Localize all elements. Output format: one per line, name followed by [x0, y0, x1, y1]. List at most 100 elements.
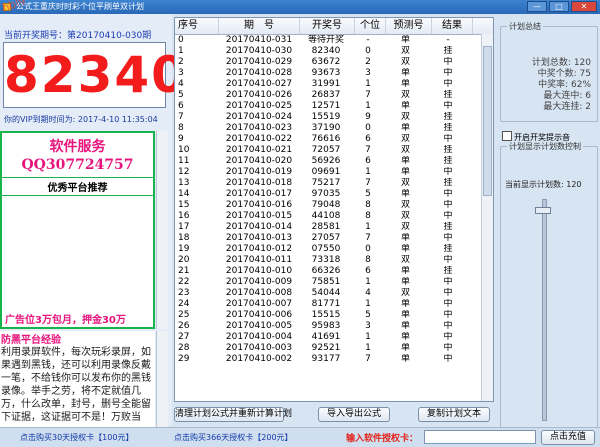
header-prediction[interactable]: 预测号 [386, 18, 432, 34]
row-period: 20170410-030 [225, 46, 293, 56]
auth-card-label: 输入软件授权卡： [346, 434, 419, 444]
display-slider-thumb[interactable] [535, 207, 551, 214]
maximize-button[interactable]: □ [549, 1, 569, 12]
table-row[interactable]: 25 20170410-006 15515 5 单 中 [175, 310, 493, 321]
table-row[interactable]: 13 20170410-018 75217 7 双 挂 [175, 178, 493, 189]
row-period: 20170410-017 [225, 189, 293, 199]
table-row[interactable]: 6 20170410-025 12571 1 单 中 [175, 101, 493, 112]
row-result: 挂 [443, 266, 453, 276]
row-prediction: 单 [400, 156, 410, 166]
row-result: 挂 [443, 145, 453, 155]
table-row[interactable]: 27 20170410-004 41691 1 单 中 [175, 332, 493, 343]
table-row[interactable]: 11 20170410-020 56926 6 单 挂 [175, 156, 493, 167]
row-index: 28 [178, 343, 190, 353]
ad-scrollbar[interactable] [156, 131, 168, 329]
row-period: 20170410-020 [225, 156, 293, 166]
recharge-button[interactable]: 点击充值 [541, 430, 595, 445]
copy-plan-button[interactable]: 复制计划文本 [418, 407, 490, 422]
row-result: 中 [443, 134, 453, 144]
row-index: 3 [178, 68, 184, 78]
grid-scroll-thumb[interactable] [483, 46, 492, 196]
table-row[interactable]: 1 20170410-030 82340 0 双 挂 [175, 46, 493, 57]
table-row[interactable]: 23 20170410-008 54044 4 双 中 [175, 288, 493, 299]
table-row[interactable]: 0 20170410-031 等待开奖 - 单 - [175, 35, 493, 46]
notice-scrollbar[interactable] [156, 331, 168, 440]
row-period: 20170410-031 [225, 35, 293, 45]
row-prediction: 单 [400, 167, 410, 177]
row-draw: 54044 [311, 288, 341, 298]
notice-title: 防黑平台经验 [1, 335, 61, 346]
table-row[interactable]: 8 20170410-023 37190 0 单 挂 [175, 123, 493, 134]
table-row[interactable]: 17 20170410-014 28581 1 双 挂 [175, 222, 493, 233]
ad-box: 软件服务 QQ307724757 优秀平台推荐 广告位3万包月，押金30万 [0, 131, 155, 329]
grid-scrollbar[interactable] [481, 34, 493, 401]
row-index: 29 [178, 354, 190, 364]
display-slider-track[interactable] [542, 199, 547, 421]
row-index: 4 [178, 79, 184, 89]
header-unit[interactable]: 个位 [355, 18, 386, 34]
row-result: 中 [443, 167, 453, 177]
buy-30-day-link[interactable]: 点击购买30天授权卡【100元】 [20, 432, 133, 443]
header-draw[interactable]: 开奖号 [300, 18, 355, 34]
checkbox-box[interactable] [502, 131, 512, 141]
buy-366-day-link[interactable]: 点击购买366天授权卡【200元】 [174, 432, 293, 443]
display-control-group: 计划显示计划数控制 当前显示计划数: 120 [500, 141, 598, 438]
row-index: 24 [178, 299, 190, 309]
table-row[interactable]: 22 20170410-009 75851 1 单 中 [175, 277, 493, 288]
row-unit: 1 [365, 167, 371, 177]
header-result[interactable]: 结果 [432, 18, 473, 34]
table-row[interactable]: 24 20170410-007 81771 1 单 中 [175, 299, 493, 310]
table-row[interactable]: 12 20170410-019 09691 1 单 中 [175, 167, 493, 178]
minimize-button[interactable]: — [527, 1, 547, 12]
table-row[interactable]: 26 20170410-005 95983 3 单 中 [175, 321, 493, 332]
table-row[interactable]: 19 20170410-012 07550 0 单 挂 [175, 244, 493, 255]
row-period: 20170410-021 [225, 145, 293, 155]
row-draw: 56926 [311, 156, 341, 166]
row-result: 中 [443, 332, 453, 342]
table-row[interactable]: 20 20170410-011 73318 8 双 中 [175, 255, 493, 266]
table-row[interactable]: 7 20170410-024 15519 9 双 挂 [175, 112, 493, 123]
plan-grid: 序号 期 号 开奖号 个位 预测号 结果 0 20170410-031 等待开奖 - 单… [174, 17, 494, 402]
table-row[interactable]: 18 20170410-013 27057 7 单 中 [175, 233, 493, 244]
row-period: 20170410-002 [225, 354, 293, 364]
table-row[interactable]: 10 20170410-021 72057 7 双 挂 [175, 145, 493, 156]
row-result: 挂 [443, 46, 453, 56]
grid-body: 0 20170410-031 等待开奖 - 单 -1 20170410-030 82340 0 双… [175, 35, 493, 365]
row-index: 22 [178, 277, 190, 287]
current-period-value: 第20170410-030期 [67, 31, 152, 41]
row-index: 7 [178, 112, 184, 122]
table-row[interactable]: 15 20170410-016 79048 8 双 中 [175, 200, 493, 211]
table-row[interactable]: 28 20170410-003 92521 1 单 中 [175, 343, 493, 354]
row-draw: 15519 [311, 112, 341, 122]
row-draw: 63672 [311, 57, 341, 67]
table-row[interactable]: 3 20170410-028 93673 3 单 中 [175, 68, 493, 79]
table-row[interactable]: 4 20170410-027 31991 1 单 中 [175, 79, 493, 90]
row-index: 13 [178, 178, 190, 188]
row-draw: 28581 [311, 222, 341, 232]
header-period[interactable]: 期 号 [219, 18, 300, 34]
row-index: 25 [178, 310, 190, 320]
row-prediction: 双 [400, 46, 410, 56]
row-result: 中 [443, 68, 453, 78]
close-button[interactable]: ✕ [571, 1, 597, 12]
display-count-text: 当前显示计划数: 120 [505, 180, 582, 189]
row-period: 20170410-012 [225, 244, 293, 254]
row-prediction: 单 [400, 244, 410, 254]
row-result: 挂 [443, 244, 453, 254]
row-prediction: 单 [400, 332, 410, 342]
auth-card-input[interactable] [424, 430, 536, 444]
header-index[interactable]: 序号 [175, 18, 219, 34]
table-row[interactable]: 21 20170410-010 66326 6 单 挂 [175, 266, 493, 277]
table-row[interactable]: 14 20170410-017 97035 5 单 中 [175, 189, 493, 200]
table-row[interactable]: 9 20170410-022 76616 6 双 中 [175, 134, 493, 145]
row-result: 中 [443, 343, 453, 353]
clear-recalc-button[interactable]: 清理计划公式并重新计算计划 [174, 407, 292, 422]
row-index: 19 [178, 244, 190, 254]
table-row[interactable]: 5 20170410-026 26837 7 双 挂 [175, 90, 493, 101]
table-row[interactable]: 29 20170410-002 93177 7 单 中 [175, 354, 493, 365]
row-prediction: 单 [400, 266, 410, 276]
import-export-button[interactable]: 导入导出公式 [318, 407, 390, 422]
table-row[interactable]: 2 20170410-029 63672 2 双 中 [175, 57, 493, 68]
table-row[interactable]: 16 20170410-015 44108 8 双 中 [175, 211, 493, 222]
row-index: 1 [178, 46, 184, 56]
